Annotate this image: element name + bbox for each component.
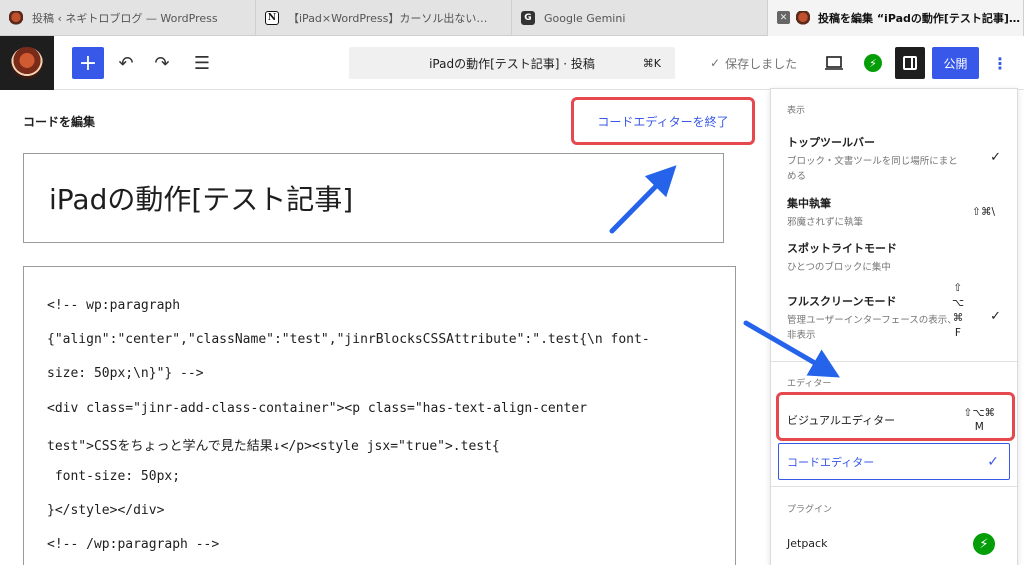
view-group-label: 表示 (787, 106, 806, 116)
gemini-icon: G (521, 11, 535, 25)
code-line: <!-- /wp:paragraph --> (47, 537, 220, 553)
document-overview-button[interactable]: ☰ (188, 47, 216, 79)
code-line: <!-- wp:paragraph (47, 298, 181, 313)
check-icon: ✓ (710, 56, 721, 70)
redo-button[interactable]: ↷ (150, 47, 174, 79)
menu-item-jetpack[interactable]: Jetpack ⚡ (787, 533, 1009, 555)
menu-item-top-toolbar[interactable]: トップツールバー ブロック・文書ツールを同じ場所にまとめる ✓ (787, 134, 1009, 184)
menu-item-title: フルスクリーンモード (787, 295, 897, 308)
code-line: }</style></div> (47, 503, 165, 519)
preview-icon (825, 56, 843, 70)
settings-button[interactable] (895, 47, 925, 79)
editor-header: + ↶ ↷ ☰ iPadの動作[テスト記事] · 投稿 ⌘K ✓ 保存しました … (0, 36, 1024, 90)
code-line: test">CSSをちょっと学んで見た結果↓</p><style jsx="tr… (47, 438, 500, 454)
menu-item-description: 管理ユーザーインターフェースの表示、非表示 (787, 315, 957, 341)
saved-label: 保存しました (725, 56, 798, 71)
menu-divider (771, 361, 1017, 362)
options-menu-button[interactable]: ⋮ (990, 47, 1010, 79)
jetpack-icon: ⚡ (973, 533, 995, 555)
command-shortcut: ⌘K (642, 56, 661, 70)
menu-item-title: トップツールバー (787, 136, 875, 149)
menu-divider (771, 486, 1017, 487)
browser-tab-bar: 投稿 ‹ ネギトロブログ — WordPress N 【iPad×WordPre… (0, 0, 1024, 36)
undo-button[interactable]: ↶ (114, 47, 138, 79)
saved-status: ✓ 保存しました (710, 47, 797, 79)
menu-item-spotlight-mode[interactable]: スポットライトモード ひとつのブロックに集中 (787, 240, 1009, 275)
post-title-text: iPadの動作[テスト記事] (49, 183, 354, 216)
check-icon: ✓ (990, 309, 1001, 324)
visual-editor-highlight (776, 392, 1015, 441)
add-block-button[interactable]: + (72, 47, 104, 79)
jetpack-button[interactable]: ⚡ (862, 47, 884, 79)
code-line: font-size: 50px; (47, 468, 181, 484)
post-title-input[interactable]: iPadの動作[テスト記事] (23, 153, 724, 243)
blog-favicon-icon (9, 11, 23, 25)
menu-item-title: スポットライトモード (787, 242, 897, 255)
menu-item-description: 邪魔されずに執筆 (787, 217, 864, 228)
document-title: iPadの動作[テスト記事] · 投稿 (429, 56, 595, 71)
keyboard-shortcut: ⇧ ⌥ ⌘ F (951, 282, 964, 339)
keyboard-shortcut: ⇧⌘\ (972, 206, 995, 218)
browser-tab-active[interactable]: ✕ 投稿を編集 “iPadの動作[テスト記事]… (768, 0, 1024, 36)
notion-icon: N (265, 11, 279, 25)
site-logo[interactable] (0, 36, 54, 90)
close-tab-icon[interactable]: ✕ (777, 11, 790, 24)
publish-button[interactable]: 公開 (932, 47, 979, 79)
code-textarea[interactable]: <!-- wp:paragraph {"align":"center","cla… (23, 266, 736, 565)
code-line: <div class="jinr-add-class-container"><p… (47, 400, 588, 416)
jetpack-icon: ⚡ (864, 54, 882, 72)
check-icon: ✓ (990, 150, 1001, 165)
browser-tab[interactable]: G Google Gemini (512, 0, 768, 36)
site-logo-icon (11, 47, 43, 79)
menu-item-distraction-free[interactable]: 集中執筆 邪魔されずに執筆 ⇧⌘\ (787, 195, 1009, 230)
menu-item-fullscreen-mode[interactable]: フルスクリーンモード 管理ユーザーインターフェースの表示、非表示 ⇧ ⌥ ⌘ F… (787, 282, 1009, 343)
tab-title: 投稿 ‹ ネギトロブログ — WordPress (32, 12, 218, 25)
code-editor-heading: コードを編集 (23, 115, 96, 129)
tab-title: 投稿を編集 “iPadの動作[テスト記事]… (818, 12, 1020, 25)
tab-title: 【iPad×WordPress】カーソル出ない… (288, 12, 488, 25)
tab-title: Google Gemini (544, 11, 626, 25)
sidebar-icon (903, 56, 917, 70)
menu-item-description: ひとつのブロックに集中 (787, 262, 891, 273)
preview-button[interactable] (822, 47, 846, 79)
menu-item-title: コードエディター (787, 455, 875, 469)
browser-tab[interactable]: 投稿 ‹ ネギトロブログ — WordPress (0, 0, 256, 36)
check-icon: ✓ (987, 453, 999, 470)
blog-favicon-icon (796, 11, 810, 25)
exit-code-editor-button[interactable]: コードエディターを終了 (571, 97, 755, 145)
code-line: {"align":"center","className":"test","ji… (47, 332, 650, 348)
command-palette-bar[interactable]: iPadの動作[テスト記事] · 投稿 ⌘K (349, 47, 675, 79)
editor-group-label: エディター (787, 379, 832, 389)
menu-item-code-editor[interactable]: コードエディター ✓ (778, 443, 1010, 480)
menu-item-description: ブロック・文書ツールを同じ場所にまとめる (787, 156, 958, 182)
browser-tab[interactable]: N 【iPad×WordPress】カーソル出ない… (256, 0, 512, 36)
code-line: size: 50px;\n}"} --> (47, 366, 204, 382)
options-dropdown-menu: 表示 トップツールバー ブロック・文書ツールを同じ場所にまとめる ✓ 集中執筆 … (770, 88, 1018, 565)
plugins-group-label: プラグイン (787, 505, 833, 515)
